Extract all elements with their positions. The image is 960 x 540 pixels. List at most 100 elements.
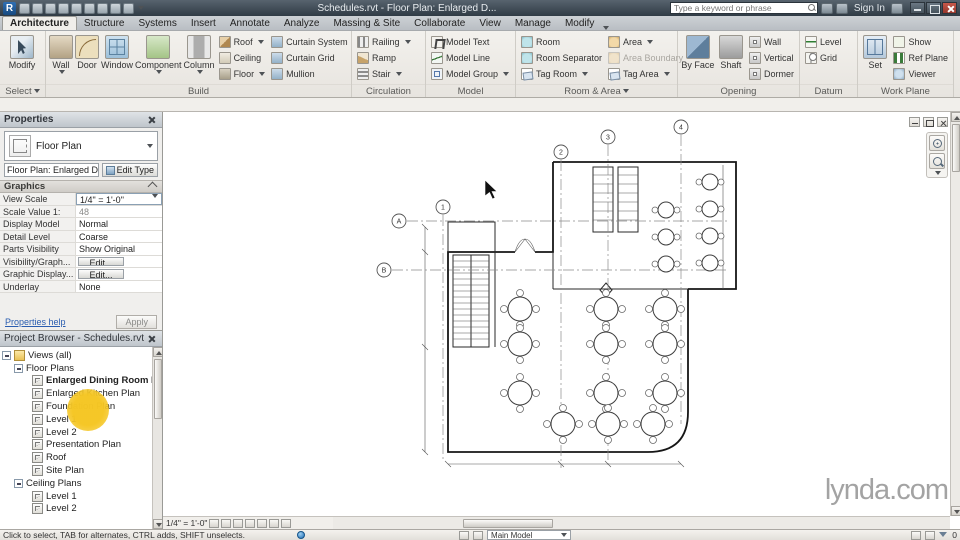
modify-button[interactable]: Modify	[3, 33, 41, 84]
print-icon[interactable]	[84, 3, 95, 14]
show-crop-region-icon[interactable]	[257, 519, 267, 528]
view-restore-icon[interactable]	[923, 117, 934, 127]
panel-label-select[interactable]: Select	[0, 84, 45, 97]
tree-item-level-2[interactable]: Level 2	[2, 426, 162, 439]
model-text-button[interactable]: Model Text	[429, 34, 511, 49]
detail-level-value[interactable]: Coarse	[76, 231, 162, 243]
mullion-button[interactable]: Mullion	[269, 66, 350, 81]
shadows-icon[interactable]	[233, 519, 243, 528]
roof-button[interactable]: Roof	[217, 34, 268, 49]
maximize-button[interactable]	[926, 2, 941, 14]
curtain-system-button[interactable]: Curtain System	[269, 34, 350, 49]
tree-item-presentation-plan[interactable]: Presentation Plan	[2, 439, 162, 452]
tree-item-site-plan[interactable]: Site Plan	[2, 464, 162, 477]
model-group-button[interactable]: Model Group	[429, 66, 511, 81]
set-button[interactable]: Set	[861, 33, 889, 84]
view-selector-dropdown[interactable]: Floor Plan: Enlarged Di	[4, 163, 99, 177]
tree-item-ceiling-level-2[interactable]: Level 2	[2, 503, 162, 516]
window-button[interactable]: Window	[101, 33, 133, 84]
properties-help-link[interactable]: Properties help	[5, 317, 66, 327]
panel-label-room-area[interactable]: Room & Area	[516, 84, 677, 97]
tab-analyze[interactable]: Analyze	[277, 17, 327, 30]
tab-view[interactable]: View	[472, 17, 508, 30]
wall-opening-button[interactable]: Wall	[747, 34, 796, 49]
component-button[interactable]: Component	[135, 33, 182, 84]
tab-annotate[interactable]: Annotate	[223, 17, 277, 30]
minimize-button[interactable]	[910, 2, 925, 14]
tab-insert[interactable]: Insert	[184, 17, 223, 30]
qat-dropdown-icon[interactable]	[138, 6, 144, 10]
graphic-display-edit-button[interactable]: Edit...	[78, 269, 124, 279]
tag-room-button[interactable]: Tag Room	[519, 66, 604, 81]
collapse-section-icon[interactable]	[148, 182, 158, 192]
view-scale-control[interactable]: 1/4" = 1'-0"	[166, 518, 207, 528]
sync-icon[interactable]	[45, 3, 56, 14]
visibility-edit-button[interactable]: Edit...	[78, 257, 124, 267]
press-drag-icon[interactable]	[925, 531, 935, 540]
temporary-hide-icon[interactable]	[269, 519, 279, 528]
default-3d-view-icon[interactable]	[123, 3, 134, 14]
tab-manage[interactable]: Manage	[508, 17, 558, 30]
tree-collapse-icon[interactable]	[2, 351, 11, 360]
browser-scrollbar[interactable]	[152, 347, 162, 529]
tree-collapse-icon[interactable]	[14, 479, 23, 488]
column-button[interactable]: Column	[184, 33, 215, 84]
show-button[interactable]: Show	[891, 34, 950, 49]
sign-in-button[interactable]: Sign In	[851, 3, 888, 14]
view-minimize-icon[interactable]	[909, 117, 920, 127]
undo-icon[interactable]	[58, 3, 69, 14]
underlay-value[interactable]: None	[76, 281, 162, 293]
tree-item-roof[interactable]: Roof	[2, 451, 162, 464]
close-icon[interactable]	[146, 333, 158, 344]
search-input[interactable]	[671, 3, 807, 13]
tree-item-level-1[interactable]: Level 1	[2, 413, 162, 426]
graphics-section-header[interactable]: Graphics	[0, 180, 162, 193]
steering-wheel-icon[interactable]	[929, 135, 945, 151]
filter-icon[interactable]	[939, 531, 948, 540]
room-separator-button[interactable]: Room Separator	[519, 50, 604, 65]
sun-path-icon[interactable]	[221, 519, 231, 528]
dormer-button[interactable]: Dormer	[747, 66, 796, 81]
apply-button[interactable]: Apply	[116, 315, 157, 329]
project-browser-header[interactable]: Project Browser - Schedules.rvt	[0, 331, 162, 347]
area-button[interactable]: Area	[606, 34, 685, 49]
door-button[interactable]: Door	[75, 33, 99, 84]
tree-floor-plans[interactable]: Floor Plans	[2, 362, 162, 375]
display-model-value[interactable]: Normal	[76, 218, 162, 230]
tab-modify[interactable]: Modify	[558, 17, 601, 30]
design-options-icon[interactable]	[473, 531, 483, 540]
grid-button[interactable]: Grid	[803, 50, 844, 65]
exclude-options-icon[interactable]	[911, 531, 921, 540]
chevron-down-icon[interactable]	[935, 171, 941, 175]
exchange-apps-icon[interactable]	[821, 3, 833, 14]
crop-view-icon[interactable]	[245, 519, 255, 528]
by-face-button[interactable]: By Face	[681, 33, 715, 84]
view-scale-dropdown[interactable]: 1/4" = 1'-0"	[76, 193, 162, 205]
tab-massing-site[interactable]: Massing & Site	[326, 17, 407, 30]
parts-visibility-value[interactable]: Show Original	[76, 243, 162, 255]
scroll-down-icon[interactable]	[153, 519, 162, 529]
tree-item-foundation[interactable]: Foundation Plan	[2, 400, 162, 413]
scrollbar-thumb[interactable]	[154, 359, 162, 419]
wall-button[interactable]: Wall	[49, 33, 73, 84]
scrollbar-thumb[interactable]	[463, 519, 553, 528]
search-icon[interactable]	[807, 3, 817, 13]
vertical-opening-button[interactable]: Vertical	[747, 50, 796, 65]
edit-type-button[interactable]: Edit Type	[102, 163, 158, 177]
reveal-hidden-icon[interactable]	[281, 519, 291, 528]
help-icon[interactable]	[891, 3, 903, 14]
tab-structure[interactable]: Structure	[77, 17, 132, 30]
ribbon-state-dropdown-icon[interactable]	[603, 26, 609, 30]
level-button[interactable]: Level	[803, 34, 844, 49]
measure-icon[interactable]	[97, 3, 108, 14]
scroll-up-icon[interactable]	[153, 347, 162, 357]
tree-item-enlarged-kitchen[interactable]: Enlarged Kitchen Plan	[2, 387, 162, 400]
railing-button[interactable]: Railing	[355, 34, 413, 49]
type-selector[interactable]: Floor Plan	[4, 131, 158, 161]
canvas-vertical-scrollbar[interactable]	[950, 112, 960, 516]
tree-item-enlarged-dining[interactable]: Enlarged Dining Room Plan	[2, 375, 162, 388]
tab-systems[interactable]: Systems	[131, 17, 183, 30]
tag-icon[interactable]	[110, 3, 121, 14]
scroll-up-icon[interactable]	[951, 112, 960, 122]
scroll-down-icon[interactable]	[951, 506, 960, 516]
